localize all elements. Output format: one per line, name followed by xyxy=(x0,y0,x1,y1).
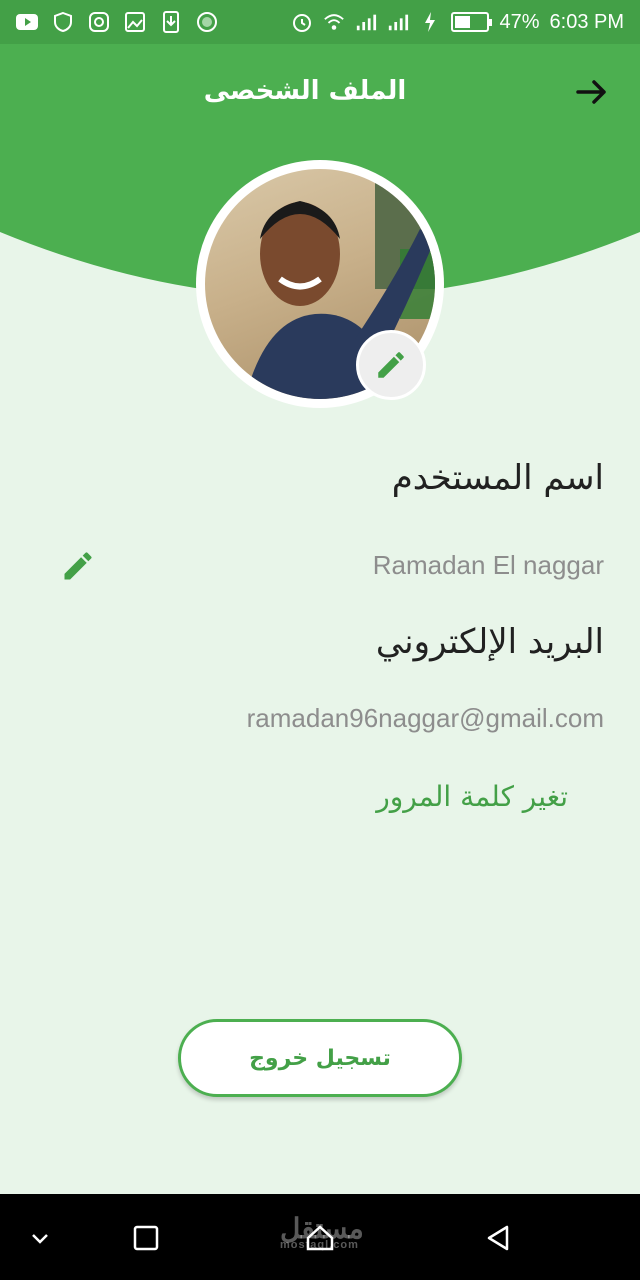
watermark: مستقل mostaql.com xyxy=(280,1212,364,1251)
status-indicators: 47% 6:03 PM xyxy=(291,11,624,34)
edit-avatar-button[interactable] xyxy=(356,330,426,400)
pencil-icon xyxy=(64,552,92,580)
battery-icon xyxy=(451,12,493,32)
triangle-back-icon xyxy=(487,1225,509,1251)
instagram-icon xyxy=(88,11,110,33)
logout-button[interactable]: تسجيل خروج xyxy=(178,1019,462,1097)
notification-icons xyxy=(16,11,218,33)
email-value: ramadan96naggar@gmail.com xyxy=(246,703,604,733)
change-password-link[interactable]: تغير كلمة المرور xyxy=(376,780,568,813)
alarm-icon xyxy=(291,11,313,33)
edit-name-button[interactable] xyxy=(60,548,96,584)
nav-collapse-button[interactable] xyxy=(18,1216,62,1260)
watermark-subtext: mostaql.com xyxy=(280,1239,359,1251)
nav-recents-button[interactable] xyxy=(124,1216,168,1260)
arrow-right-icon xyxy=(576,80,606,104)
charging-icon xyxy=(419,11,441,33)
name-label: اسم المستخدم xyxy=(391,458,604,498)
pencil-icon xyxy=(378,352,404,378)
download-icon xyxy=(160,11,182,33)
status-bar: 47% 6:03 PM xyxy=(0,0,640,44)
shield-icon xyxy=(52,11,74,33)
name-value: Ramadan El naggar xyxy=(372,550,604,580)
signal-icon xyxy=(355,11,377,33)
battery-fill xyxy=(455,16,470,28)
page-title: الملف الشخصى xyxy=(203,76,407,106)
square-icon xyxy=(133,1225,159,1251)
back-button[interactable] xyxy=(574,74,610,110)
gallery-icon xyxy=(124,11,146,33)
signal-icon xyxy=(387,11,409,33)
battery-percent: 47% xyxy=(499,10,540,33)
youtube-icon xyxy=(16,11,38,33)
wifi-icon xyxy=(323,11,345,33)
clock: 6:03 PM xyxy=(549,10,624,33)
circle-app-icon xyxy=(196,11,218,33)
chevron-down-icon xyxy=(32,1234,48,1244)
nav-back-button[interactable] xyxy=(476,1216,520,1260)
system-nav-bar: مستقل mostaql.com xyxy=(0,1194,640,1280)
email-label: البريد الإلكتروني xyxy=(375,622,604,662)
